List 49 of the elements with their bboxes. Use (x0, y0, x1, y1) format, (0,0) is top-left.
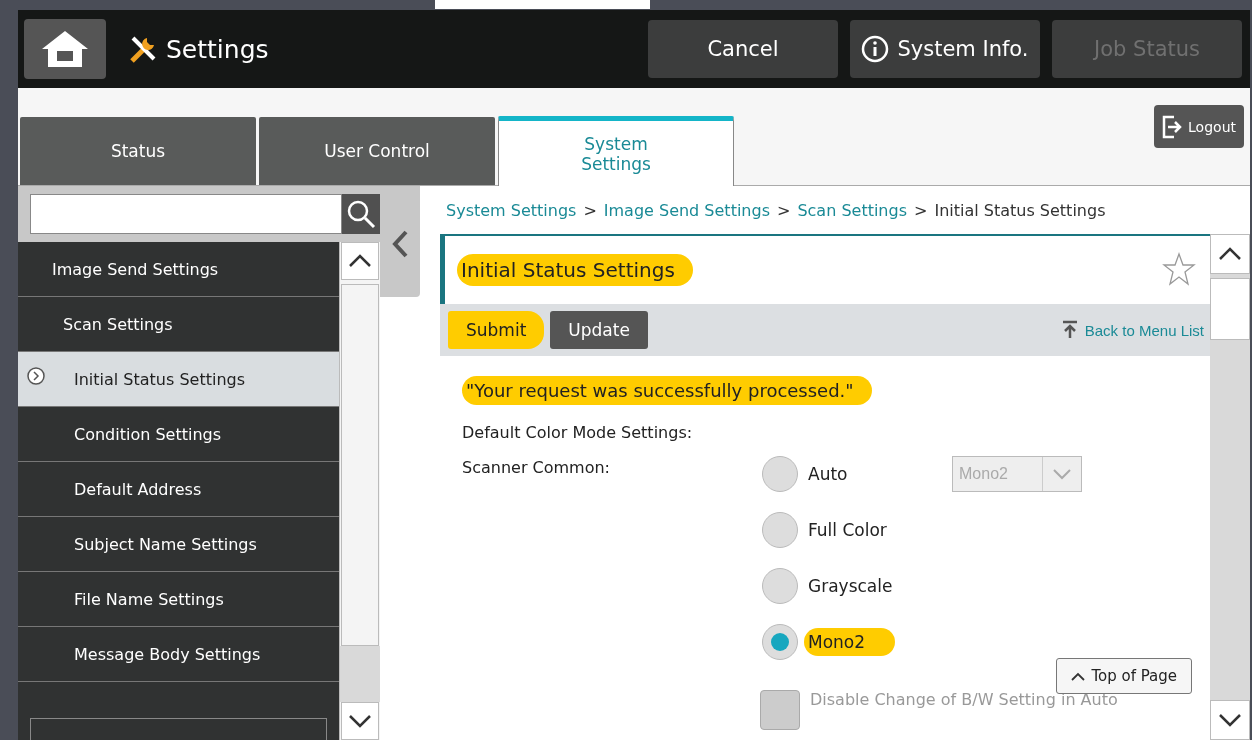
logout-button[interactable]: Logout (1154, 105, 1244, 148)
scroll-down-button[interactable] (341, 702, 379, 740)
option-label: Full Color (808, 520, 887, 540)
breadcrumb-link[interactable]: System Settings (446, 200, 577, 220)
action-button[interactable]: Submit (448, 311, 545, 349)
tab[interactable]: System Settings (498, 116, 734, 186)
home-button[interactable] (24, 19, 106, 79)
info-icon (861, 35, 890, 63)
scrollbar-thumb[interactable] (1210, 278, 1250, 340)
chevron-circle-icon (26, 366, 46, 386)
search-field[interactable] (30, 194, 342, 234)
breadcrumb-separator: > (914, 200, 928, 220)
option-label: Grayscale (808, 576, 893, 596)
up-caret-icon (1071, 671, 1086, 681)
search-icon (346, 199, 376, 229)
scroll-up-button[interactable] (341, 242, 379, 280)
breadcrumb-separator: > (777, 200, 791, 220)
chevron-left-icon (391, 228, 409, 259)
top-of-page-button[interactable]: Top of Page (1056, 658, 1192, 694)
chevron-down-icon (1052, 468, 1072, 480)
field-label: Scanner Common: (462, 457, 611, 479)
star-icon[interactable] (1162, 252, 1196, 288)
radio-button[interactable] (762, 512, 798, 548)
action-button[interactable]: Update (550, 311, 648, 349)
page-title: Initial Status Settings (457, 254, 693, 286)
option-label: Mono2 (804, 628, 896, 656)
breadcrumb-separator: > (583, 200, 597, 220)
search-button[interactable] (342, 194, 380, 234)
screen-title: Settings (166, 34, 269, 64)
menu-item[interactable]: Initial Status Settings (18, 352, 339, 407)
radio-button[interactable] (762, 568, 798, 604)
scroll-down-button[interactable] (1210, 700, 1250, 740)
breadcrumb-link[interactable]: Image Send Settings (603, 200, 770, 220)
header-button[interactable]: System Info. (850, 20, 1040, 78)
radio-button[interactable] (762, 456, 798, 492)
scroll-up-button[interactable] (1210, 234, 1250, 274)
status-message: "Your request was successfully processed." (462, 376, 872, 405)
radio-button[interactable] (762, 624, 798, 660)
section-label: Default Color Mode Settings: (462, 423, 694, 442)
breadcrumb-current: Initial Status Settings (934, 200, 1106, 220)
tools-icon (128, 34, 158, 64)
tab[interactable]: User Control (259, 117, 495, 185)
scrollbar-thumb[interactable] (341, 284, 379, 646)
option-label: Auto (808, 464, 848, 484)
header-button[interactable]: Cancel (648, 20, 838, 78)
home-icon (40, 29, 90, 69)
return-icon (1060, 320, 1079, 340)
tab[interactable]: Status (20, 117, 256, 185)
breadcrumb-link[interactable]: Scan Settings (797, 200, 907, 220)
